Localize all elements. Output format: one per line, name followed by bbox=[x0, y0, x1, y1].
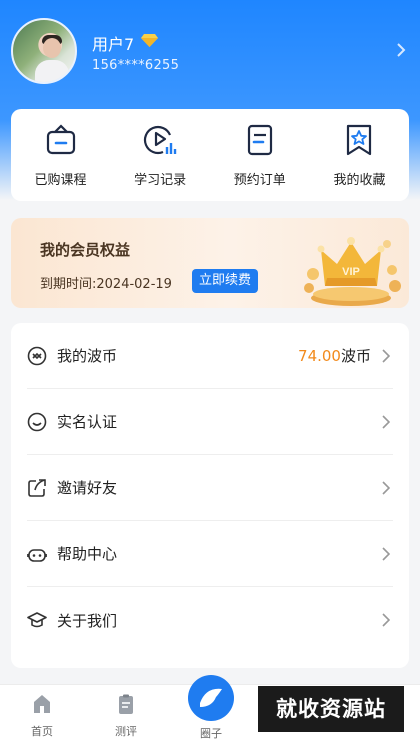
quick-actions-card: 已购课程 学习记录 预约订单 我的收藏 bbox=[11, 109, 409, 201]
coin-value: 74.00 bbox=[298, 347, 341, 365]
play-chart-icon bbox=[144, 125, 177, 155]
watermark: 就收资源站 bbox=[258, 686, 404, 732]
quick-action-appointment-orders[interactable]: 预约订单 bbox=[210, 109, 309, 201]
quick-action-label: 已购课程 bbox=[34, 173, 87, 188]
menu-list: 我的波币 74.00波币 实名认证 邀请好友 帮助中心 关于我们 bbox=[11, 323, 409, 668]
menu-item-label: 实名认证 bbox=[57, 413, 118, 431]
quick-action-purchased-courses[interactable]: 已购课程 bbox=[11, 109, 110, 201]
vip-crown-icon: VIP bbox=[304, 237, 401, 306]
coin-unit: 波币 bbox=[340, 347, 371, 365]
quick-action-label: 学习记录 bbox=[134, 173, 187, 188]
phone-number: 156****6255 bbox=[92, 58, 180, 73]
chevron-right-icon bbox=[382, 348, 390, 363]
basket-icon bbox=[46, 124, 75, 155]
vip-badge-text: VIP bbox=[342, 266, 360, 278]
share-icon bbox=[28, 478, 46, 497]
tab-circle-icon[interactable] bbox=[186, 673, 236, 723]
tab-label: 测评 bbox=[115, 725, 137, 738]
coin-icon bbox=[27, 346, 47, 365]
chevron-right-icon[interactable] bbox=[396, 42, 406, 58]
quick-action-label: 预约订单 bbox=[233, 173, 286, 188]
star-bookmark-icon bbox=[347, 124, 372, 156]
menu-item-label: 我的波币 bbox=[57, 347, 118, 365]
graduation-cap-icon bbox=[27, 612, 47, 628]
home-icon bbox=[34, 695, 50, 713]
chevron-right-icon bbox=[382, 414, 390, 429]
menu-item-invite-friends[interactable]: 邀请好友 bbox=[27, 455, 393, 521]
quick-action-study-record[interactable]: 学习记录 bbox=[111, 109, 210, 201]
document-icon bbox=[247, 124, 272, 156]
tab-review[interactable]: 测评 bbox=[86, 685, 166, 739]
tab-circle-label: 圈子 bbox=[200, 727, 222, 740]
quick-action-label: 我的收藏 bbox=[333, 173, 386, 188]
membership-expiry: 到期时间:2024-02-19 bbox=[40, 273, 172, 292]
menu-item-real-name-auth[interactable]: 实名认证 bbox=[27, 389, 393, 455]
menu-item-about-us[interactable]: 关于我们 bbox=[27, 587, 393, 653]
expiry-label: 到期时间: bbox=[40, 277, 97, 292]
menu-item-help-center[interactable]: 帮助中心 bbox=[27, 521, 393, 587]
smile-icon bbox=[27, 412, 47, 431]
expiry-date: 2024-02-19 bbox=[96, 277, 172, 292]
membership-card[interactable]: 我的会员权益 到期时间:2024-02-19 立即续费 VIP bbox=[11, 218, 409, 308]
menu-item-label: 关于我们 bbox=[57, 611, 118, 630]
chevron-right-icon bbox=[382, 480, 390, 495]
quick-action-my-favorites[interactable]: 我的收藏 bbox=[310, 109, 409, 201]
tab-home[interactable]: 首页 bbox=[2, 685, 82, 739]
username: 用户7 bbox=[92, 35, 135, 54]
chevron-right-icon bbox=[382, 546, 390, 561]
clipboard-icon bbox=[119, 694, 133, 714]
coin-balance: 74.00波币 bbox=[298, 345, 371, 366]
menu-item-label: 邀请好友 bbox=[57, 479, 118, 497]
menu-item-my-coins[interactable]: 我的波币 74.00波币 bbox=[27, 323, 393, 389]
avatar[interactable] bbox=[11, 18, 77, 84]
menu-item-label: 帮助中心 bbox=[57, 545, 118, 563]
chevron-right-icon bbox=[382, 613, 390, 627]
renew-button[interactable]: 立即续费 bbox=[192, 269, 259, 293]
diamond-icon bbox=[141, 34, 158, 47]
membership-title: 我的会员权益 bbox=[40, 241, 131, 259]
headset-icon bbox=[27, 548, 47, 562]
tab-label: 首页 bbox=[31, 725, 53, 738]
